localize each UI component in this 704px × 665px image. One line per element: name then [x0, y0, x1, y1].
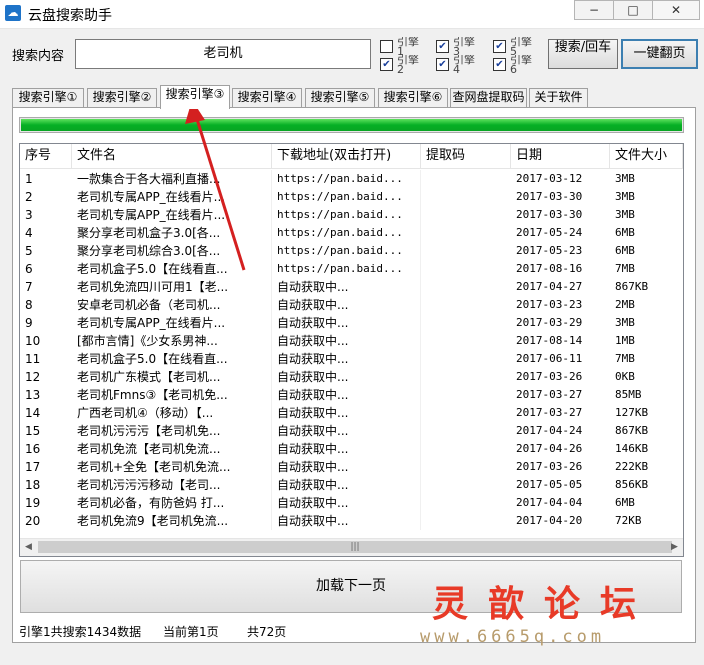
- annotation-arrow-icon: [185, 100, 246, 271]
- tab-3[interactable]: 搜索引擎③: [160, 85, 230, 109]
